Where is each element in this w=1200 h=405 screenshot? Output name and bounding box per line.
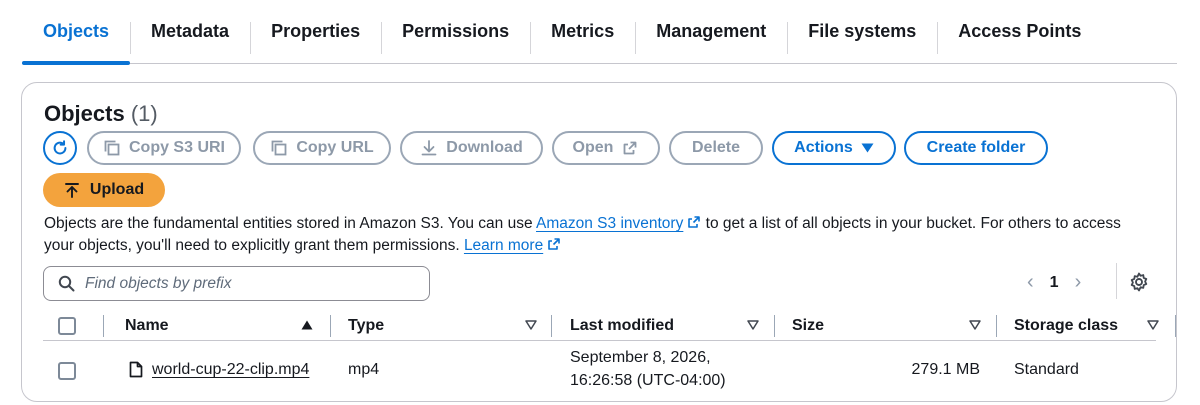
- column-divider: [1175, 315, 1176, 337]
- tab-metadata[interactable]: Metadata: [130, 0, 250, 63]
- column-divider: [330, 315, 331, 337]
- tab-management[interactable]: Management: [635, 0, 787, 63]
- download-label: Download: [446, 139, 523, 156]
- tab-bar: Objects Metadata Properties Permissions …: [22, 0, 1177, 65]
- copy-url-label: Copy URL: [296, 139, 374, 156]
- panel-title-text: Objects: [44, 101, 125, 126]
- objects-description: Objects are the fundamental entities sto…: [44, 213, 1154, 257]
- upload-label: Upload: [89, 181, 145, 198]
- column-divider: [774, 315, 775, 337]
- tab-metrics[interactable]: Metrics: [530, 0, 635, 63]
- s3-inventory-link-text: Amazon S3 inventory: [536, 215, 684, 232]
- external-link-icon: [688, 216, 701, 228]
- external-link-icon: [624, 141, 637, 155]
- table-row: world-cup-22-clip.mp4 mp4 September 8, 2…: [43, 345, 1156, 397]
- actions-dropdown-button[interactable]: Actions: [772, 131, 896, 165]
- object-last-modified-date: September 8, 2026,: [570, 349, 711, 366]
- open-button[interactable]: Open: [552, 131, 660, 165]
- column-header-size[interactable]: Size: [792, 313, 824, 339]
- object-size: 279.1 MB: [911, 361, 980, 378]
- pagination: ‹ 1 ›: [1027, 271, 1081, 294]
- file-icon: [129, 361, 143, 378]
- copy-s3-uri-label: Copy S3 URI: [128, 139, 225, 156]
- row-select-checkbox[interactable]: [58, 362, 76, 380]
- sort-icon[interactable]: [525, 320, 537, 330]
- upload-button[interactable]: Upload: [43, 173, 165, 207]
- external-link-icon: [548, 238, 561, 250]
- copy-url-button[interactable]: Copy URL: [253, 131, 391, 165]
- learn-more-link[interactable]: Learn more: [464, 237, 561, 254]
- column-divider: [996, 315, 997, 337]
- download-button[interactable]: Download: [400, 131, 543, 165]
- sort-ascending-icon[interactable]: [301, 320, 313, 330]
- search-box: [43, 266, 430, 301]
- column-header-type[interactable]: Type: [348, 313, 384, 339]
- object-storage-class: Standard: [1014, 361, 1079, 378]
- tab-properties[interactable]: Properties: [250, 0, 381, 63]
- refresh-icon: [53, 140, 67, 155]
- copy-icon: [271, 140, 287, 156]
- search-icon: [58, 275, 75, 292]
- object-type: mp4: [348, 361, 380, 378]
- download-icon: [421, 140, 437, 156]
- search-input[interactable]: [85, 274, 405, 293]
- object-count: (1): [130, 101, 158, 126]
- column-divider: [103, 315, 104, 337]
- table-header: Name Type Last modified Size Storage cla…: [43, 313, 1176, 341]
- column-header-name[interactable]: Name: [125, 313, 169, 339]
- gear-icon[interactable]: [1128, 271, 1150, 293]
- refresh-button[interactable]: [43, 131, 77, 165]
- sort-icon[interactable]: [747, 320, 759, 330]
- column-header-last-modified[interactable]: Last modified: [570, 313, 674, 339]
- description-text-1: Objects are the fundamental entities sto…: [44, 215, 537, 232]
- delete-button[interactable]: Delete: [669, 131, 763, 165]
- object-name-link[interactable]: world-cup-22-clip.mp4: [152, 361, 309, 379]
- object-last-modified-time: 16:26:58 (UTC-04:00): [570, 372, 726, 389]
- s3-inventory-link[interactable]: Amazon S3 inventory: [536, 215, 701, 232]
- pagination-divider: [1116, 263, 1117, 299]
- open-label: Open: [572, 139, 614, 156]
- tab-permissions[interactable]: Permissions: [381, 0, 530, 63]
- learn-more-link-text: Learn more: [463, 237, 544, 254]
- create-folder-label: Create folder: [926, 139, 1026, 156]
- tab-file-systems[interactable]: File systems: [787, 0, 937, 63]
- column-divider: [551, 315, 552, 337]
- column-header-storage-class[interactable]: Storage class: [1014, 313, 1118, 339]
- chevron-right-icon[interactable]: ›: [1075, 271, 1082, 294]
- caret-down-icon: [861, 143, 874, 153]
- copy-s3-uri-button[interactable]: Copy S3 URI: [87, 131, 241, 165]
- panel-title: Objects (1): [44, 101, 158, 127]
- select-all-checkbox[interactable]: [58, 317, 76, 335]
- sort-icon[interactable]: [1147, 320, 1159, 330]
- current-page-number[interactable]: 1: [1050, 274, 1059, 292]
- upload-arrow-icon: [64, 183, 79, 198]
- tab-objects[interactable]: Objects: [22, 0, 131, 65]
- actions-label: Actions: [794, 139, 853, 156]
- objects-panel: Objects (1) Copy S3 URI Copy URL Downloa…: [21, 82, 1177, 402]
- sort-icon[interactable]: [969, 320, 981, 330]
- tab-access-points[interactable]: Access Points: [937, 0, 1102, 63]
- delete-label: Delete: [691, 139, 741, 156]
- create-folder-button[interactable]: Create folder: [904, 131, 1048, 165]
- chevron-left-icon[interactable]: ‹: [1027, 271, 1034, 294]
- copy-icon: [104, 140, 120, 156]
